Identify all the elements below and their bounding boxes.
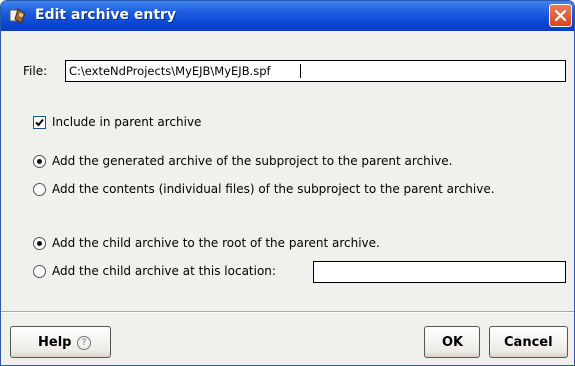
include-in-parent-checkbox[interactable] — [33, 116, 46, 129]
help-button-label: Help — [38, 335, 72, 350]
file-label: File: — [23, 64, 48, 78]
add-generated-archive-label[interactable]: Add the generated archive of the subproj… — [52, 154, 452, 169]
dialog-title: Edit archive entry — [35, 7, 177, 23]
radio-add-at-location[interactable] — [33, 265, 46, 278]
close-button[interactable] — [549, 4, 572, 27]
title-bar[interactable]: Edit archive entry — [1, 1, 574, 31]
radio-selected-dot — [37, 241, 42, 246]
footer-divider-highlight — [1, 312, 574, 313]
checkmark-icon — [35, 118, 44, 127]
radio-add-generated-archive[interactable] — [33, 155, 46, 168]
ok-button-label: OK — [442, 335, 464, 350]
add-to-root-label[interactable]: Add the child archive to the root of the… — [52, 236, 380, 251]
edit-archive-entry-dialog: Edit archive entry File: C:\exteNdProjec… — [0, 0, 575, 366]
help-icon: ? — [77, 336, 91, 350]
app-icon — [9, 8, 26, 24]
radio-add-contents[interactable] — [33, 183, 46, 196]
radio-add-to-root[interactable] — [33, 237, 46, 250]
add-at-location-label[interactable]: Add the child archive at this location: — [52, 264, 276, 279]
text-caret — [300, 64, 301, 78]
location-input[interactable] — [313, 261, 566, 283]
help-button[interactable]: Help ? — [10, 326, 111, 358]
cancel-button-label: Cancel — [504, 335, 553, 350]
cancel-button[interactable]: Cancel — [489, 326, 568, 358]
ok-button[interactable]: OK — [424, 326, 480, 358]
close-icon — [554, 9, 567, 22]
file-path-value: C:\exteNdProjects\MyEJB\MyEJB.spf — [69, 64, 271, 78]
add-contents-label[interactable]: Add the contents (individual files) of t… — [52, 182, 495, 197]
radio-selected-dot — [37, 159, 42, 164]
file-path-input[interactable]: C:\exteNdProjects\MyEJB\MyEJB.spf — [65, 60, 566, 82]
include-in-parent-label[interactable]: Include in parent archive — [52, 115, 201, 130]
